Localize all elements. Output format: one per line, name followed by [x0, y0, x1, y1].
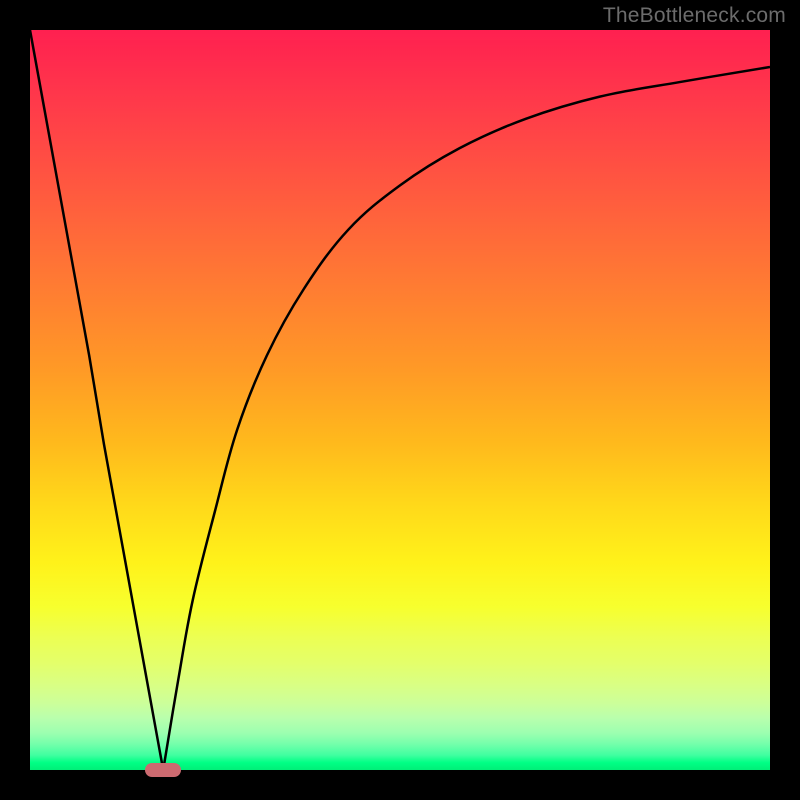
plot-area — [30, 30, 770, 770]
curve-left-branch — [30, 30, 163, 770]
watermark-text: TheBottleneck.com — [603, 4, 786, 28]
chart-frame: TheBottleneck.com — [0, 0, 800, 800]
curve-layer — [30, 30, 770, 770]
bottleneck-marker — [145, 763, 181, 777]
curve-right-branch — [163, 67, 770, 770]
